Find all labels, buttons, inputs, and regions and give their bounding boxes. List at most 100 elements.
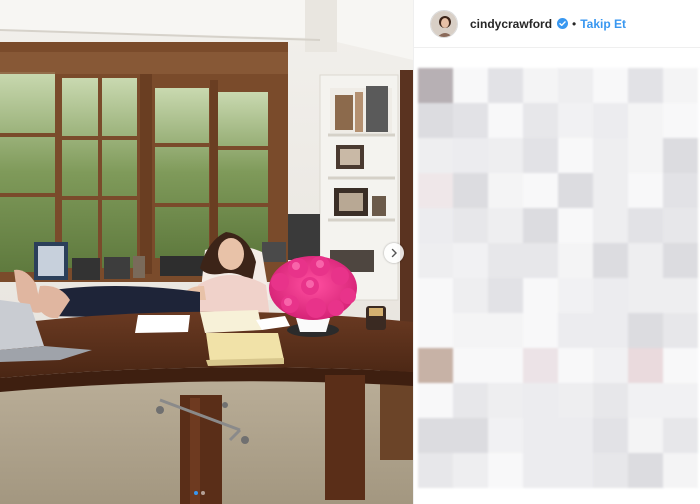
- mosaic-cell: [453, 383, 488, 418]
- mosaic-cell: [663, 278, 698, 313]
- mosaic-cell: [593, 208, 628, 243]
- mosaic-cell: [453, 313, 488, 348]
- carousel-indicator: [194, 491, 205, 495]
- mosaic-cell: [593, 278, 628, 313]
- comments-section-obscured: [414, 60, 700, 504]
- mosaic-cell: [523, 348, 558, 383]
- mosaic-cell: [628, 208, 663, 243]
- mosaic-cell: [418, 103, 453, 138]
- post-photo[interactable]: [0, 0, 413, 504]
- verified-badge-icon: [557, 18, 569, 29]
- mosaic-cell: [418, 208, 453, 243]
- mosaic-cell: [453, 348, 488, 383]
- mosaic-cell: [453, 138, 488, 173]
- mosaic-cell: [593, 313, 628, 348]
- mosaic-cell: [593, 383, 628, 418]
- mosaic-cell: [523, 138, 558, 173]
- avatar[interactable]: [430, 9, 458, 38]
- mosaic-cell: [663, 103, 698, 138]
- mosaic-cell: [663, 418, 698, 453]
- mosaic-cell: [523, 383, 558, 418]
- mosaic-cell: [558, 103, 593, 138]
- mosaic-cell: [628, 138, 663, 173]
- mosaic-cell: [628, 173, 663, 208]
- mosaic-cell: [663, 208, 698, 243]
- mosaic-cell: [663, 313, 698, 348]
- mosaic-cell: [418, 313, 453, 348]
- mosaic-cell: [418, 173, 453, 208]
- mosaic-cell: [523, 243, 558, 278]
- mosaic-cell: [593, 418, 628, 453]
- mosaic-cell: [523, 313, 558, 348]
- header-separator: •: [572, 16, 577, 31]
- mosaic-cell: [558, 313, 593, 348]
- mosaic-cell: [523, 103, 558, 138]
- mosaic-cell: [523, 418, 558, 453]
- mosaic-cell: [558, 278, 593, 313]
- mosaic-cell: [488, 313, 523, 348]
- mosaic-cell: [558, 453, 593, 488]
- mosaic-cell: [663, 243, 698, 278]
- mosaic-cell: [523, 278, 558, 313]
- mosaic-cell: [418, 383, 453, 418]
- mosaic-cell: [488, 243, 523, 278]
- mosaic-cell: [558, 173, 593, 208]
- mosaic-cell: [558, 68, 593, 103]
- mosaic-cell: [488, 138, 523, 173]
- mosaic-cell: [523, 68, 558, 103]
- mosaic-cell: [488, 383, 523, 418]
- mosaic-cell: [593, 173, 628, 208]
- mosaic-cell: [663, 348, 698, 383]
- mosaic-cell: [628, 278, 663, 313]
- mosaic-cell: [593, 103, 628, 138]
- mosaic-cell: [418, 278, 453, 313]
- mosaic-cell: [453, 208, 488, 243]
- mosaic-cell: [418, 138, 453, 173]
- mosaic-cell: [453, 68, 488, 103]
- office-scene-image: [0, 0, 413, 504]
- follow-button[interactable]: Takip Et: [580, 17, 626, 31]
- mosaic-cell: [488, 418, 523, 453]
- mosaic-cell: [628, 313, 663, 348]
- mosaic-cell: [558, 348, 593, 383]
- post-header: cindycrawford • Takip Et: [414, 0, 700, 48]
- username-link[interactable]: cindycrawford: [470, 17, 552, 31]
- mosaic-cell: [628, 103, 663, 138]
- mosaic-cell: [488, 278, 523, 313]
- mosaic-cell: [558, 208, 593, 243]
- mosaic-cell: [593, 68, 628, 103]
- mosaic-cell: [488, 103, 523, 138]
- mosaic-cell: [418, 418, 453, 453]
- mosaic-cell: [558, 243, 593, 278]
- mosaic-cell: [663, 173, 698, 208]
- mosaic-cell: [453, 243, 488, 278]
- carousel-next-button[interactable]: [384, 243, 404, 263]
- mosaic-cell: [453, 103, 488, 138]
- mosaic-cell: [488, 173, 523, 208]
- mosaic-cell: [663, 453, 698, 488]
- mosaic-cell: [418, 453, 453, 488]
- mosaic-cell: [593, 348, 628, 383]
- mosaic-cell: [593, 453, 628, 488]
- mosaic-cell: [488, 453, 523, 488]
- mosaic-cell: [488, 348, 523, 383]
- mosaic-cell: [523, 453, 558, 488]
- mosaic-cell: [628, 348, 663, 383]
- carousel-dot: [201, 491, 205, 495]
- mosaic-cell: [418, 348, 453, 383]
- mosaic-cell: [418, 243, 453, 278]
- mosaic-cell: [523, 173, 558, 208]
- mosaic-cell: [453, 173, 488, 208]
- mosaic-cell: [628, 68, 663, 103]
- mosaic-cell: [523, 208, 558, 243]
- mosaic-cell: [453, 278, 488, 313]
- mosaic-cell: [663, 138, 698, 173]
- mosaic-cell: [418, 68, 453, 103]
- pixelated-comments: [418, 68, 698, 488]
- mosaic-cell: [593, 138, 628, 173]
- post-sidebar: cindycrawford • Takip Et: [413, 0, 700, 504]
- chevron-right-icon: [391, 248, 397, 258]
- mosaic-cell: [593, 243, 628, 278]
- mosaic-cell: [453, 453, 488, 488]
- mosaic-cell: [663, 383, 698, 418]
